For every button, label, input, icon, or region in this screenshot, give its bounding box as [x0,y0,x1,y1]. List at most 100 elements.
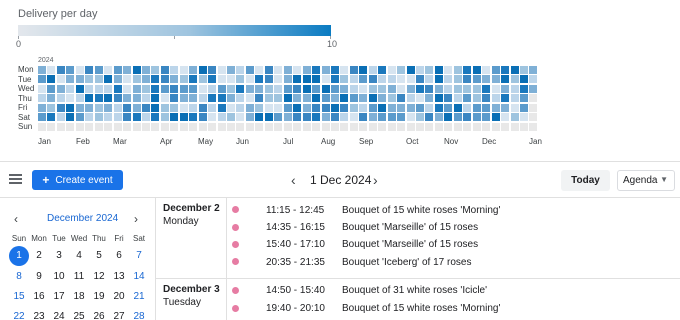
heatmap-cell [274,122,283,131]
heatmap-cell [302,103,311,112]
month-label: May [198,137,214,146]
heatmap-cell [444,75,453,84]
heatmap-cell [378,84,387,93]
heatmap-cell [519,103,528,112]
mini-cal-day[interactable]: 8 [9,267,29,287]
month-label: Aug [321,137,336,146]
menu-icon[interactable] [9,174,22,184]
mini-cal-day[interactable]: 26 [89,307,109,320]
mini-cal-day[interactable]: 21 [129,287,149,307]
heatmap-cell [453,122,462,131]
mini-cal-day[interactable]: 19 [89,287,109,307]
heatmap-cell [387,103,396,112]
mini-cal-day[interactable]: 2 [29,246,49,266]
event-title: Bouquet 'Marseille' of 15 roses [342,239,479,250]
heatmap-cell [141,113,150,122]
heatmap-cell [406,94,415,103]
heatmap-cell [236,94,245,103]
heatmap-cell [378,94,387,103]
heatmap-cell [123,122,132,131]
mini-cal-day[interactable]: 18 [69,287,89,307]
heatmap-cell [302,113,311,122]
mini-cal-day[interactable]: 6 [109,246,129,266]
heatmap-cell [368,113,377,122]
heatmap-cell [189,84,198,93]
heatmap-cell [387,113,396,122]
event-title: Bouquet 'Iceberg' of 17 roses [342,257,472,268]
heatmap-cell [472,75,481,84]
heatmap-cell [274,113,283,122]
heatmap-cell [312,75,321,84]
mini-cal-day[interactable]: 12 [89,267,109,287]
heatmap-cell [340,75,349,84]
event-dot-icon [232,287,239,294]
mini-cal-day[interactable]: 13 [109,267,129,287]
mini-cal-day[interactable]: 28 [129,307,149,320]
mini-cal-prev-icon[interactable]: ‹ [14,212,18,226]
heatmap-cell [330,103,339,112]
view-select[interactable]: Agenda ▼ [617,170,675,191]
mini-cal-day[interactable]: 1 [9,246,29,266]
heatmap-cell [416,84,424,93]
heatmap-cell [453,75,462,84]
mini-cal-day[interactable]: 14 [129,267,149,287]
prev-period-chevron-icon[interactable]: ‹ [291,172,296,188]
heatmap-cell [416,113,424,122]
mini-cal-day[interactable]: 24 [49,307,69,320]
mini-cal-day[interactable]: 4 [69,246,89,266]
heatmap-cell [491,103,500,112]
mini-cal-day[interactable]: 27 [109,307,129,320]
mini-cal-day[interactable]: 22 [9,307,29,320]
mini-cal-day[interactable]: 25 [69,307,89,320]
heatmap-cell [368,94,377,103]
heatmap-cell [255,103,264,112]
mini-cal-day[interactable]: 15 [9,287,29,307]
heatmap-cell [472,84,481,93]
heatmap-cell [312,66,321,74]
heatmap-cell [482,84,491,93]
day-label-mon: Mon [18,65,34,74]
mini-cal-day[interactable]: 9 [29,267,49,287]
mini-cal-day[interactable]: 7 [129,246,149,266]
heatmap-cell [245,122,254,131]
mini-cal-day[interactable]: 16 [29,287,49,307]
heatmap-cell [416,122,424,131]
heatmap-grid [38,66,538,132]
chevron-down-icon: ▼ [660,175,668,184]
heatmap-cell [510,84,519,93]
heatmap-cell [293,122,302,131]
create-event-button[interactable]: + Create event [32,170,123,190]
heatmap-cell [217,94,226,103]
heatmap-cell [491,94,500,103]
heatmap-title: Delivery per day [18,8,98,20]
heatmap-cell [387,94,396,103]
mini-cal-next-icon[interactable]: › [134,212,138,226]
heatmap-cell [444,122,453,131]
mini-cal-day[interactable]: 11 [69,267,89,287]
heatmap-cell [255,113,264,122]
heatmap-cell [141,122,150,131]
heatmap-cell [227,94,235,103]
heatmap-cell [349,94,358,103]
heatmap-cell [312,94,321,103]
mini-cal-day[interactable]: 17 [49,287,69,307]
heatmap-cell [208,66,217,74]
heatmap-cell [170,75,179,84]
today-button[interactable]: Today [561,170,610,191]
mini-cal-day[interactable]: 20 [109,287,129,307]
mini-cal-day[interactable]: 23 [29,307,49,320]
heatmap-cell [434,113,443,122]
month-label: Mar [113,137,127,146]
event-time: 19:40 - 20:10 [266,303,325,314]
next-period-chevron-icon[interactable]: › [373,172,378,188]
heatmap-cell [160,94,169,103]
heatmap-cell [85,66,94,74]
heatmap-cell [387,66,396,74]
heatmap-cell [85,122,94,131]
heatmap-cell [56,66,65,74]
mini-cal-day[interactable]: 10 [49,267,69,287]
heatmap-cell [482,75,491,84]
mini-cal-day[interactable]: 5 [89,246,109,266]
heatmap-cell [321,75,330,84]
mini-cal-day[interactable]: 3 [49,246,69,266]
